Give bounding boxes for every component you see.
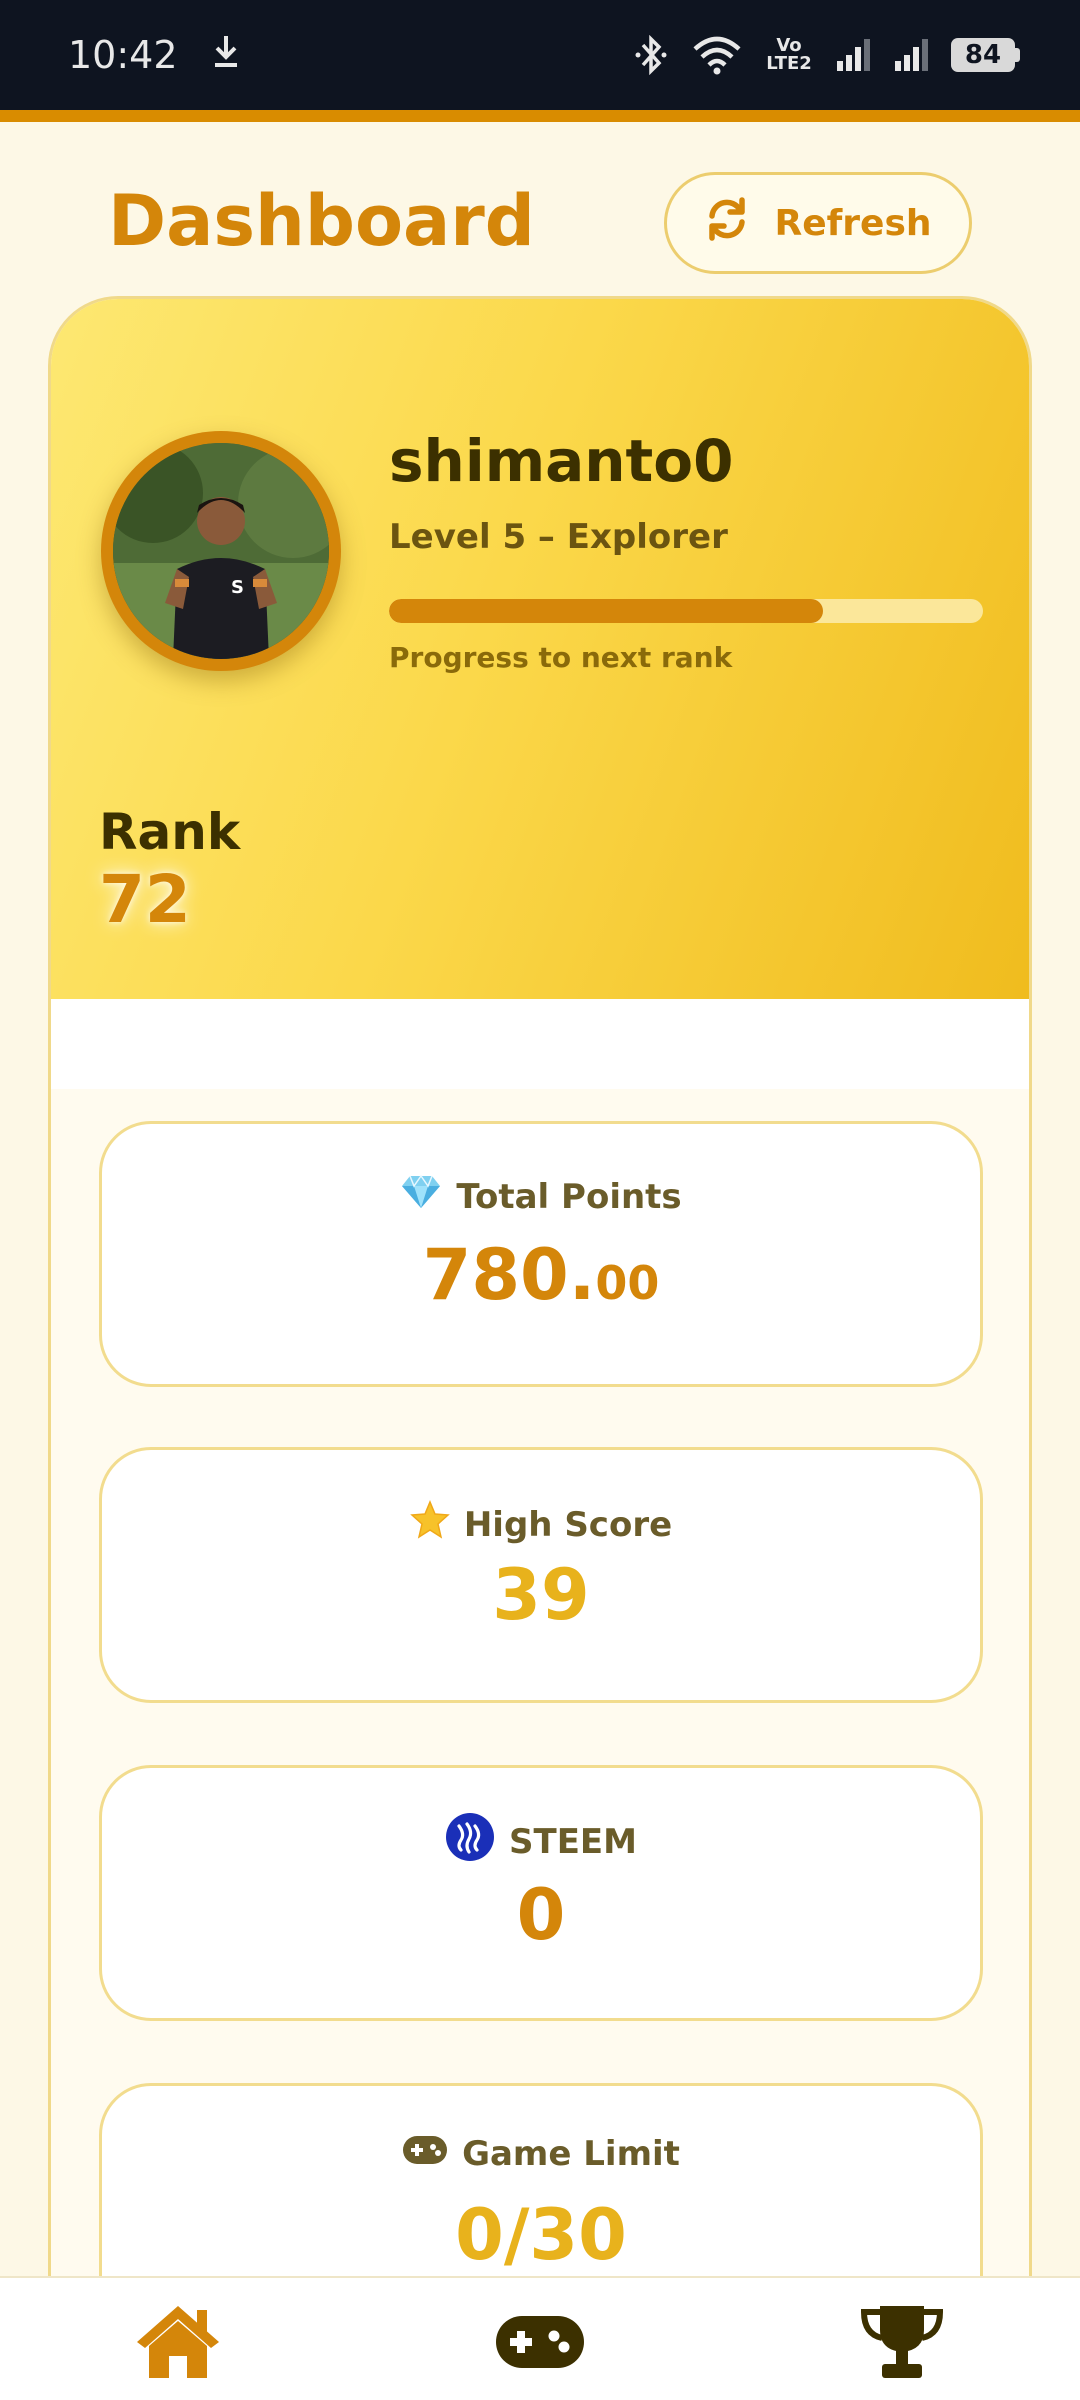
- refresh-label: Refresh: [774, 202, 932, 244]
- steem-label: STEEM: [509, 1821, 637, 1862]
- rank-value: 72: [99, 861, 191, 938]
- battery-level: 84: [951, 38, 1015, 72]
- svg-text:S: S: [231, 577, 244, 598]
- avatar[interactable]: S: [113, 443, 329, 659]
- status-time: 10:42: [68, 33, 178, 77]
- gamepad-icon: [402, 2134, 448, 2174]
- game-limit-label: Game Limit: [462, 2134, 680, 2174]
- battery-indicator: 84: [951, 38, 1020, 72]
- bluetooth-icon: [635, 35, 669, 75]
- page-header: Dashboard Refresh: [0, 122, 1080, 294]
- high-score-value: 39: [492, 1554, 590, 1636]
- level-label: Level 5 – Explorer: [389, 517, 728, 557]
- stat-card-total-points: Total Points 780.00: [99, 1121, 983, 1387]
- rank-progress-bar: [389, 599, 983, 623]
- avatar-ring: S: [101, 431, 341, 671]
- trophy-icon: [860, 2304, 944, 2384]
- network-type-label: Vo LTE2: [766, 35, 812, 74]
- gem-icon: [400, 1174, 442, 1219]
- download-icon: [212, 33, 240, 77]
- stat-card-steem: STEEM 0: [99, 1765, 983, 2021]
- high-score-label: High Score: [463, 1504, 673, 1545]
- signal-icon-2: [893, 37, 929, 73]
- dashboard-card: S shimanto0 Level 5 – Explorer Progress …: [48, 296, 1032, 2400]
- stat-card-high-score: High Score 39: [99, 1447, 983, 1703]
- bottom-nav: [0, 2276, 1080, 2400]
- total-points-label: Total Points: [456, 1176, 682, 1217]
- status-bar: 10:42 Vo LTE2 84: [0, 0, 1080, 110]
- nav-leaderboard[interactable]: [852, 2302, 952, 2386]
- rank-label: Rank: [99, 803, 241, 861]
- steem-value: 0: [516, 1874, 566, 1956]
- progress-caption: Progress to next rank: [389, 641, 733, 674]
- game-limit-value: 0/30: [455, 2194, 627, 2276]
- star-icon: [410, 1500, 450, 1549]
- nav-home[interactable]: [128, 2302, 228, 2386]
- profile-panel: S shimanto0 Level 5 – Explorer Progress …: [51, 299, 1029, 999]
- refresh-icon: [704, 196, 750, 251]
- gamepad-icon: [494, 2314, 586, 2374]
- refresh-button[interactable]: Refresh: [664, 172, 972, 274]
- panel-divider: [51, 999, 1029, 1089]
- nav-games[interactable]: [490, 2302, 590, 2386]
- page-title: Dashboard: [108, 180, 535, 262]
- steem-logo-icon: [445, 1812, 495, 1871]
- accent-divider: [0, 110, 1080, 122]
- wifi-icon: [691, 35, 743, 75]
- rank-progress-fill: [389, 599, 823, 623]
- username: shimanto0: [389, 427, 734, 495]
- signal-icon: [835, 37, 871, 73]
- home-icon: [135, 2304, 221, 2384]
- total-points-value: 780.00: [422, 1234, 660, 1316]
